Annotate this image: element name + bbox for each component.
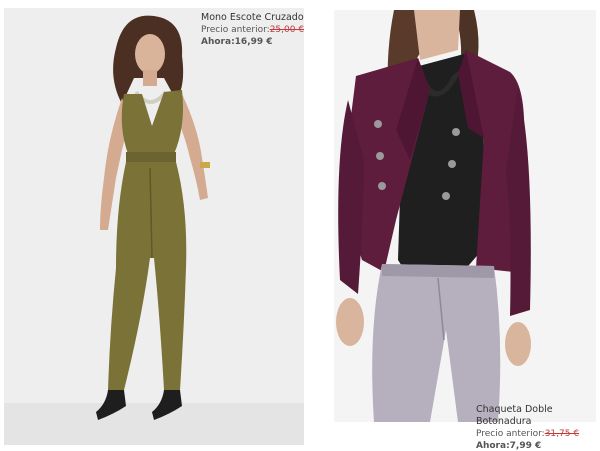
current-price-label: Ahora: [476, 441, 510, 451]
product-name[interactable]: Chaqueta Doble Botonadura [476, 404, 600, 428]
current-price: 7,99 € [509, 441, 542, 451]
previous-price: 25,00 € [269, 25, 305, 35]
previous-price-row: Precio anterior:31,75 € [476, 428, 600, 440]
previous-price-row: Precio anterior:25,00 € [201, 24, 304, 36]
product-caption-jumpsuit: Mono Escote Cruzado Precio anterior:25,0… [201, 12, 304, 48]
current-price-label: Ahora: [201, 37, 235, 47]
product-name[interactable]: Mono Escote Cruzado [201, 12, 304, 24]
product-photo-jumpsuit[interactable] [4, 8, 304, 445]
current-price-row: Ahora:7,99 € [476, 440, 600, 451]
blazer-model-illustration [334, 10, 596, 422]
previous-price-label: Precio anterior: [476, 429, 545, 439]
jumpsuit-model-illustration [4, 8, 304, 445]
previous-price: 31,75 € [544, 429, 580, 439]
previous-price-label: Precio anterior: [201, 25, 270, 35]
product-photo-blazer[interactable] [334, 10, 596, 422]
current-price-row: Ahora:16,99 € [201, 36, 304, 48]
current-price: 16,99 € [234, 37, 273, 47]
product-caption-blazer: Chaqueta Doble Botonadura Precio anterio… [476, 404, 600, 451]
